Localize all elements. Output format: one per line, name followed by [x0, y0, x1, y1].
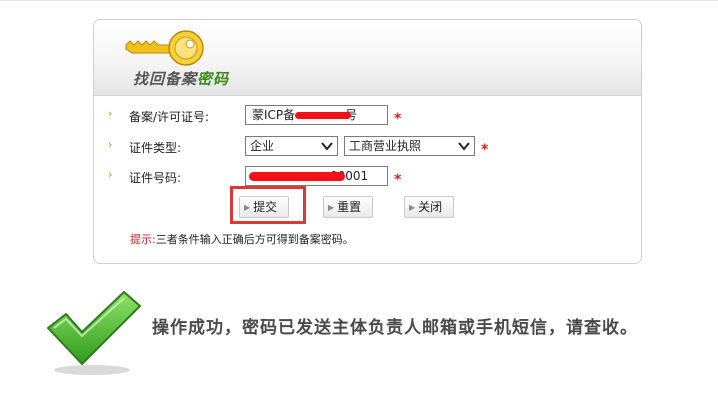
panel-header: 找回备案密码 — [94, 20, 641, 96]
page-title: 找回备案密码 — [133, 70, 230, 88]
required-marker: * — [394, 172, 402, 188]
required-marker: * — [481, 142, 489, 158]
cert-type-select[interactable]: 工商营业执照 — [344, 136, 475, 156]
redaction-mark — [295, 112, 351, 119]
required-marker: * — [394, 111, 402, 127]
cert-number-row: › 证件号码: 00001 * — [94, 165, 641, 189]
bullet-arrow-icon: › — [108, 138, 113, 151]
top-divider — [0, 0, 718, 1]
bullet-arrow-icon: › — [108, 168, 113, 181]
play-icon: ▶ — [409, 203, 416, 212]
close-button[interactable]: ▶ 关闭 — [404, 196, 454, 218]
submit-highlight-box — [230, 186, 306, 224]
play-icon: ▶ — [328, 203, 335, 212]
cert-number-label: 证件号码: — [129, 171, 182, 185]
cert-type-row: › 证件类型: 企业 工商营业执照 * — [94, 135, 641, 159]
key-icon — [125, 30, 204, 66]
cert-category-select[interactable]: 企业 — [245, 136, 338, 156]
password-recovery-panel: 找回备案密码 › 备案/许可证号: 蒙ICP备号 * › 证件类型: 企业 工商… — [93, 19, 642, 264]
chevron-down-icon — [458, 137, 470, 161]
bullet-arrow-icon: › — [108, 107, 113, 120]
icp-row: › 备案/许可证号: 蒙ICP备号 * — [94, 104, 641, 128]
reset-button[interactable]: ▶ 重置 — [323, 196, 373, 218]
tip-label: 提示: — [130, 233, 156, 246]
cert-type-label: 证件类型: — [129, 141, 182, 155]
redaction-mark — [249, 172, 345, 181]
icp-label: 备案/许可证号: — [129, 110, 210, 124]
chevron-down-icon — [321, 137, 333, 161]
tip-text: 提示:三者条件输入正确后方可得到备案密码。 — [130, 233, 354, 246]
success-message: 操作成功，密码已发送主体负责人邮箱或手机短信，请查收。 — [152, 318, 638, 338]
checkmark-icon — [47, 291, 141, 375]
